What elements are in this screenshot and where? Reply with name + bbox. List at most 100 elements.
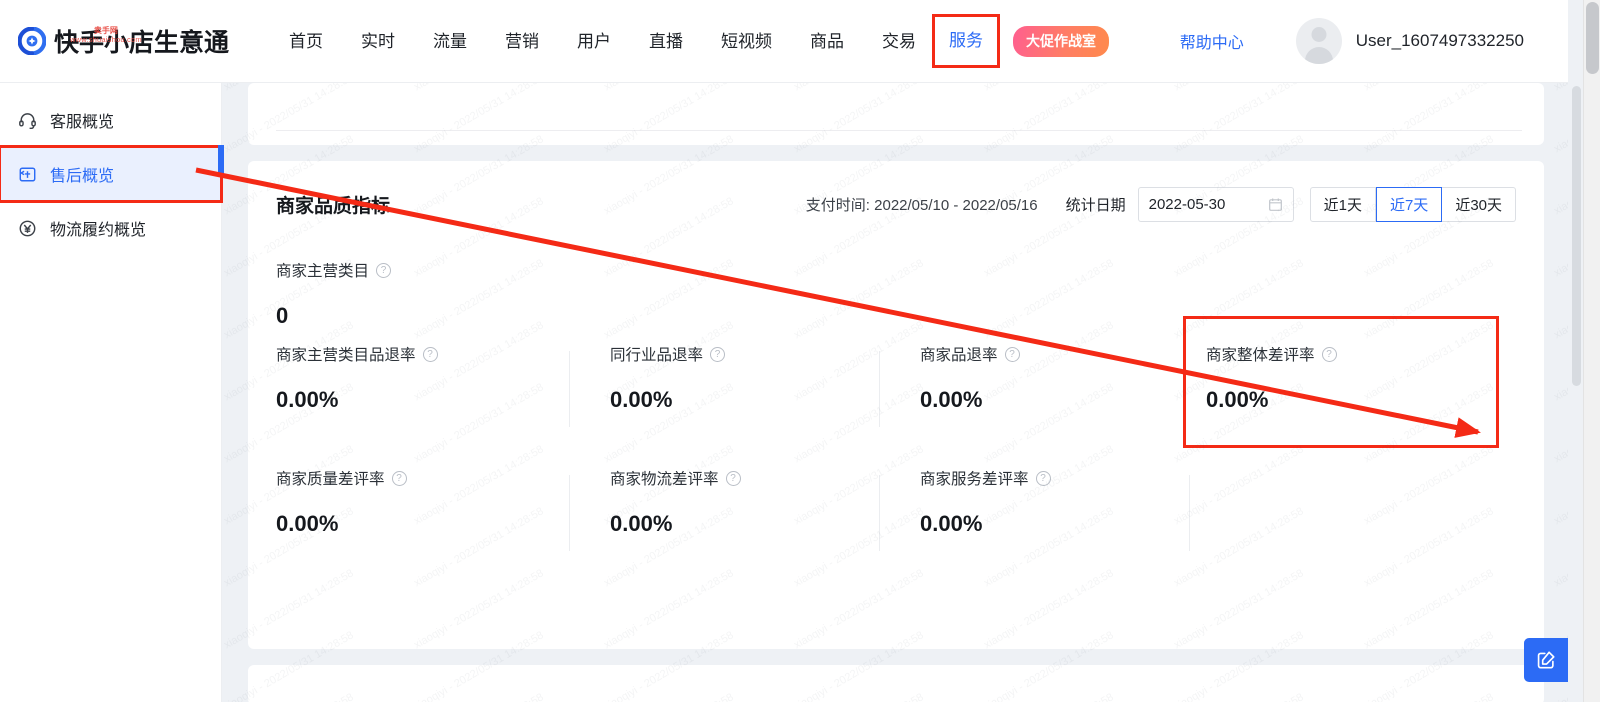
metric-logistics-negative-review-rate: 商家物流差评率 ? 0.00% xyxy=(586,467,896,569)
metric-value: 0.00% xyxy=(920,511,1206,537)
help-question-icon[interactable]: ? xyxy=(1322,347,1337,362)
merchant-quality-metrics-card: 商家品质指标 支付时间: 2022/05/10 - 2022/05/16 统计日… xyxy=(248,161,1544,649)
previous-card-partial xyxy=(248,83,1544,145)
sidebar-active-indicator xyxy=(218,145,224,175)
help-center-link[interactable]: 帮助中心 xyxy=(1180,29,1244,53)
metric-label-text: 商家主营类目 xyxy=(276,259,369,281)
stat-date-label: 统计日期 xyxy=(1066,194,1126,215)
aftersale-icon xyxy=(14,165,40,184)
avatar-placeholder-icon xyxy=(1296,18,1342,64)
help-question-icon[interactable]: ? xyxy=(710,347,725,362)
metric-label-text: 同行业品退率 xyxy=(610,343,703,365)
metric-value: 0.00% xyxy=(610,387,896,413)
sidebar-item-label: 物流履约概览 xyxy=(50,216,146,240)
nav-item-marketing[interactable]: 营销 xyxy=(486,0,558,83)
range-button-7day[interactable]: 近7天 xyxy=(1376,187,1442,222)
sidebar-item-customer-service-overview[interactable]: 客服概览 xyxy=(0,93,221,147)
help-question-icon[interactable]: ? xyxy=(423,347,438,362)
header-right-group: 帮助中心 User_1607497332250 xyxy=(1180,18,1568,64)
card-header: 商家品质指标 支付时间: 2022/05/10 - 2022/05/16 统计日… xyxy=(248,183,1544,225)
feedback-edit-button[interactable] xyxy=(1524,638,1568,682)
metric-label-text: 商家质量差评率 xyxy=(276,467,385,489)
metric-row-2: 商家质量差评率 ? 0.00% 商家物流差评率 ? 0.00% xyxy=(276,445,1516,569)
metric-label: 商家品退率 ? xyxy=(920,343,1206,365)
nav-item-service[interactable]: 服务 xyxy=(935,17,997,65)
metric-label: 商家主营类目 ? xyxy=(276,259,1516,281)
sidebar-item-aftersale-overview[interactable]: 售后概览 xyxy=(0,147,221,201)
card-divider xyxy=(276,130,1522,131)
help-question-icon[interactable]: ? xyxy=(726,471,741,486)
metric-label-text: 商家品退率 xyxy=(920,343,998,365)
column-divider xyxy=(879,475,880,551)
page-scrollbar-thumb[interactable] xyxy=(1586,2,1599,74)
help-question-icon[interactable]: ? xyxy=(1036,471,1051,486)
metric-quality-negative-review-rate: 商家质量差评率 ? 0.00% xyxy=(276,467,586,569)
metric-service-negative-review-rate: 商家服务差评率 ? 0.00% xyxy=(896,467,1206,569)
metric-label-text: 商家主营类目品退率 xyxy=(276,343,416,365)
metrics-area: 商家主营类目 ? 0 商家主营类目品退率 ? 0.00% xyxy=(248,225,1544,569)
nav-item-traffic[interactable]: 流量 xyxy=(414,0,486,83)
metric-label: 商家质量差评率 ? xyxy=(276,467,586,489)
nav-item-shortvideo[interactable]: 短视频 xyxy=(702,0,791,83)
nav-item-live[interactable]: 直播 xyxy=(630,0,702,83)
logo-text: 快手小店生意通 xyxy=(54,23,229,59)
metric-overall-negative-review-rate: 商家整体差评率 ? 0.00% xyxy=(1186,319,1496,445)
metric-value: 0.00% xyxy=(276,387,586,413)
metric-label: 商家物流差评率 ? xyxy=(610,467,896,489)
next-card-partial xyxy=(248,665,1544,702)
date-range-segmented-control: 近1天 近7天 近30天 xyxy=(1310,187,1516,222)
metric-merchant-return-rate: 商家品退率 ? 0.00% xyxy=(896,343,1206,445)
sidebar-item-label: 售后概览 xyxy=(50,162,114,186)
column-divider xyxy=(1189,475,1190,551)
range-button-1day[interactable]: 近1天 xyxy=(1310,187,1376,222)
username-label[interactable]: User_1607497332250 xyxy=(1356,31,1524,51)
card-title: 商家品质指标 xyxy=(276,191,390,218)
kuaishou-logo-icon xyxy=(18,27,46,55)
metric-value: 0.00% xyxy=(610,511,896,537)
metric-label: 同行业品退率 ? xyxy=(610,343,896,365)
metric-label: 商家整体差评率 ? xyxy=(1206,343,1476,365)
edit-square-icon xyxy=(1535,649,1557,671)
metric-industry-return-rate: 同行业品退率 ? 0.00% xyxy=(586,343,896,445)
headset-icon xyxy=(14,111,40,130)
app-logo[interactable]: 快手小店生意通 卖手网 www.shuaishou.com xyxy=(18,23,230,59)
metric-row-1: 商家主营类目品退率 ? 0.00% 同行业品退率 ? 0.00% xyxy=(276,321,1516,445)
nav-item-users[interactable]: 用户 xyxy=(558,0,630,83)
app-header: 快手小店生意通 卖手网 www.shuaishou.com 首页 实时 流量 营… xyxy=(0,0,1568,83)
yen-circle-icon xyxy=(14,219,40,238)
nav-item-trade[interactable]: 交易 xyxy=(863,0,935,83)
nav-item-realtime[interactable]: 实时 xyxy=(342,0,414,83)
inner-scrollbar-thumb[interactable] xyxy=(1572,86,1581,386)
main-nav: 首页 实时 流量 营销 用户 直播 短视频 商品 交易 服务 大促作战室 xyxy=(270,0,1109,82)
metric-label-text: 商家整体差评率 xyxy=(1206,343,1315,365)
metric-label-text: 商家物流差评率 xyxy=(610,467,719,489)
column-divider xyxy=(879,351,880,427)
date-picker-input[interactable]: 2022-05-30 xyxy=(1138,187,1294,222)
metric-label-text: 商家服务差评率 xyxy=(920,467,1029,489)
column-divider xyxy=(569,475,570,551)
main-content: xiaoqiyi - 2022/05/31 14:28:58xiaoqiyi -… xyxy=(222,83,1568,702)
metric-value: 0.00% xyxy=(1206,387,1476,413)
metric-value: 0.00% xyxy=(276,511,586,537)
date-picker-value: 2022-05-30 xyxy=(1149,196,1268,213)
nav-item-products[interactable]: 商品 xyxy=(791,0,863,83)
metric-value: 0.00% xyxy=(920,387,1206,413)
metric-label: 商家服务差评率 ? xyxy=(920,467,1206,489)
range-button-30day[interactable]: 近30天 xyxy=(1442,187,1516,222)
sidebar-item-logistics-overview[interactable]: 物流履约概览 xyxy=(0,201,221,255)
calendar-icon xyxy=(1268,197,1283,212)
nav-item-home[interactable]: 首页 xyxy=(270,0,342,83)
promo-war-room-badge[interactable]: 大促作战室 xyxy=(1013,26,1109,57)
sidebar: 客服概览 售后概览 物流履约概览 xyxy=(0,83,222,702)
pay-time-label: 支付时间: 2022/05/10 - 2022/05/16 xyxy=(806,194,1038,215)
metric-main-category-return-rate: 商家主营类目品退率 ? 0.00% xyxy=(276,343,586,445)
avatar[interactable] xyxy=(1296,18,1342,64)
sidebar-item-label: 客服概览 xyxy=(50,108,114,132)
metric-row-primary: 商家主营类目 ? 0 xyxy=(276,225,1516,321)
help-question-icon[interactable]: ? xyxy=(376,263,391,278)
help-question-icon[interactable]: ? xyxy=(392,471,407,486)
metric-empty-cell xyxy=(1206,467,1516,569)
page-scrollbar[interactable] xyxy=(1583,0,1600,702)
help-question-icon[interactable]: ? xyxy=(1005,347,1020,362)
inner-scrollbar[interactable] xyxy=(1569,86,1583,702)
